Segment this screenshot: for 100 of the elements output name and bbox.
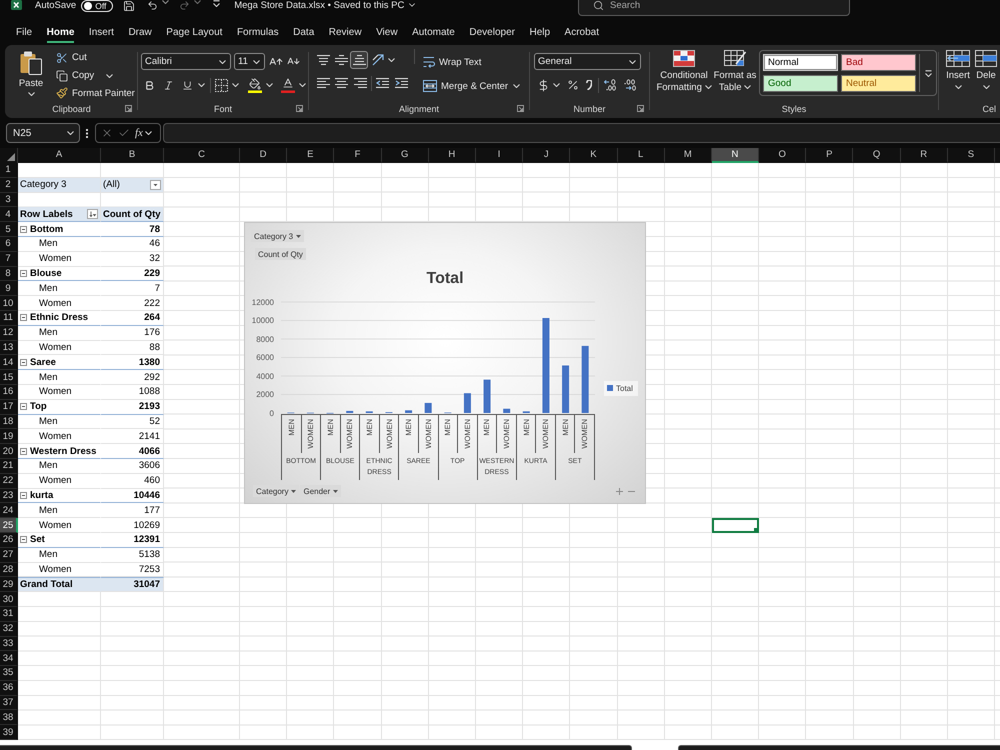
- row-header[interactable]: 20: [0, 444, 18, 459]
- row-header[interactable]: 17: [0, 400, 18, 415]
- caret-icon[interactable]: [162, 0, 170, 4]
- name-box[interactable]: N25: [6, 123, 80, 143]
- row-header[interactable]: 23: [0, 488, 18, 504]
- bold-icon[interactable]: [144, 80, 155, 90]
- font-size-field[interactable]: 11: [234, 53, 265, 70]
- column-header[interactable]: I: [476, 148, 524, 163]
- fill-color-icon[interactable]: [248, 78, 262, 92]
- paste-button[interactable]: Paste: [10, 49, 52, 102]
- row-header[interactable]: 30: [0, 592, 18, 607]
- cell-style-option[interactable]: Good: [763, 75, 838, 92]
- decrease-decimal-icon[interactable]: [624, 79, 636, 91]
- corner-arrow-icon[interactable]: [637, 105, 644, 112]
- column-header[interactable]: D: [240, 148, 288, 163]
- column-header[interactable]: S: [948, 148, 995, 163]
- formula-input[interactable]: [163, 123, 1000, 143]
- menu-tab[interactable]: Review: [328, 23, 362, 43]
- column-header[interactable]: M: [664, 148, 712, 163]
- redo-icon[interactable]: [179, 0, 190, 11]
- cross-icon[interactable]: [101, 127, 113, 139]
- row-header[interactable]: 36: [0, 680, 18, 696]
- row-header[interactable]: 4: [0, 207, 18, 222]
- increase-indent-icon[interactable]: [395, 78, 408, 88]
- align-right-icon[interactable]: [354, 78, 367, 88]
- dropdown-icon[interactable]: [150, 180, 161, 190]
- collapse-icon[interactable]: [20, 448, 27, 455]
- wrap-text-button[interactable]: Wrap Text: [423, 53, 482, 71]
- row-header[interactable]: 18: [0, 414, 18, 430]
- format-painter-button[interactable]: Format Painter: [56, 84, 135, 102]
- undo-icon[interactable]: [147, 0, 158, 11]
- row-header[interactable]: 31: [0, 606, 18, 622]
- corner-arrow-icon[interactable]: [125, 105, 132, 112]
- row-header[interactable]: 6: [0, 236, 18, 252]
- column-header[interactable]: J: [523, 148, 570, 163]
- customize-caret-icon[interactable]: [213, 0, 220, 7]
- collapse-icon[interactable]: [20, 226, 27, 233]
- row-header[interactable]: 21: [0, 458, 18, 474]
- column-header[interactable]: G: [382, 148, 429, 163]
- row-header[interactable]: 19: [0, 429, 18, 444]
- cell-style-option[interactable]: Neutral: [841, 75, 916, 92]
- menu-tab[interactable]: Data: [293, 23, 314, 43]
- row-header[interactable]: 12: [0, 326, 18, 341]
- collapse-icon[interactable]: [20, 536, 27, 544]
- column-header[interactable]: P: [806, 148, 854, 163]
- cell-style-option[interactable]: Normal: [763, 54, 838, 71]
- menu-tab[interactable]: Home: [46, 23, 74, 43]
- save-icon[interactable]: [123, 0, 136, 12]
- menu-tab[interactable]: Help: [529, 23, 550, 43]
- row-header[interactable]: 34: [0, 651, 18, 666]
- increase-decimal-icon[interactable]: [604, 79, 616, 91]
- font-color-icon[interactable]: [281, 78, 295, 92]
- collapse-icon[interactable]: [20, 314, 27, 322]
- column-header[interactable]: Q: [853, 148, 901, 163]
- selected-cell[interactable]: [712, 518, 760, 533]
- row-header[interactable]: 1: [0, 163, 18, 178]
- column-header[interactable]: F: [334, 148, 382, 163]
- delete-cells-button[interactable]: Dele: [975, 49, 997, 102]
- menu-tab[interactable]: Page Layout: [166, 23, 222, 43]
- italic-icon[interactable]: [163, 80, 174, 90]
- cell-style-option[interactable]: Bad: [841, 54, 916, 71]
- row-header[interactable]: 11: [0, 310, 18, 326]
- row-header[interactable]: 15: [0, 370, 18, 385]
- row-header[interactable]: 39: [0, 725, 18, 740]
- row-header[interactable]: 27: [0, 548, 18, 563]
- row-header[interactable]: 5: [0, 222, 18, 237]
- font-name-field[interactable]: Calibri: [141, 53, 231, 70]
- column-header[interactable]: L: [618, 148, 665, 163]
- menu-tab[interactable]: Automate: [412, 23, 455, 43]
- row-header[interactable]: 29: [0, 577, 18, 592]
- insert-function-button[interactable]: fx: [135, 127, 152, 139]
- format-as-table-button[interactable]: Format as Table: [712, 49, 758, 102]
- select-all-button[interactable]: [0, 148, 18, 163]
- column-header[interactable]: O: [759, 148, 806, 163]
- autosave-toggle[interactable]: Off: [81, 0, 114, 12]
- row-header[interactable]: 22: [0, 474, 18, 489]
- collapse-icon[interactable]: [20, 270, 27, 277]
- row-header[interactable]: 8: [0, 266, 18, 282]
- menu-tab[interactable]: Insert: [88, 23, 114, 43]
- percent-icon[interactable]: [567, 79, 579, 91]
- row-header[interactable]: 37: [0, 696, 18, 710]
- row-header[interactable]: 38: [0, 710, 18, 726]
- column-header[interactable]: H: [428, 148, 476, 163]
- align-left-icon[interactable]: [317, 78, 330, 88]
- diagonal-arrow-icon[interactable]: [372, 54, 385, 66]
- menu-tab[interactable]: Developer: [469, 23, 515, 43]
- borders-icon[interactable]: [215, 78, 228, 92]
- corner-arrow-icon[interactable]: [296, 105, 303, 112]
- column-header[interactable]: A: [18, 148, 101, 163]
- row-header[interactable]: 26: [0, 532, 18, 548]
- conditional-formatting-button[interactable]: Conditional Formatting: [656, 49, 712, 102]
- menu-tab[interactable]: File: [16, 23, 32, 43]
- collapse-icon[interactable]: [20, 403, 27, 410]
- insert-cells-button[interactable]: Insert: [943, 49, 973, 102]
- column-header[interactable]: N: [712, 148, 760, 163]
- document-title[interactable]: Mega Store Data.xlsx • Saved to this PC: [234, 0, 404, 11]
- row-header[interactable]: 13: [0, 340, 18, 356]
- row-header[interactable]: 2: [0, 178, 18, 193]
- row-header[interactable]: 28: [0, 562, 18, 578]
- report-filter-button[interactable]: Category 3: [251, 230, 304, 242]
